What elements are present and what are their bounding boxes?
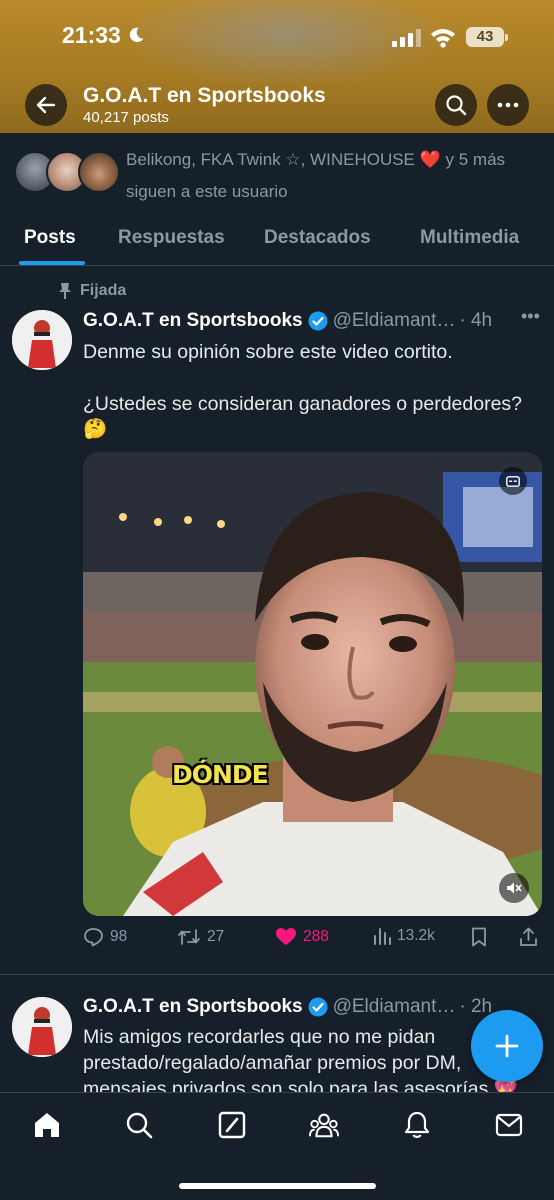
pin-icon [59,283,71,299]
battery-indicator: 43 [466,27,508,47]
search-icon [446,95,467,116]
tweet-emoji: 🤔 [83,418,108,440]
video-caption: DÓNDE [172,760,269,789]
post-count: 40,217 posts [83,109,169,126]
tweet-text-line-1: Denme su opinión sobre este video cortit… [83,341,453,363]
tweet-video[interactable] [83,452,542,916]
search-icon [126,1112,153,1139]
back-button[interactable] [25,84,67,126]
status-time: 21:33 [62,22,121,48]
like-count: 288 [303,927,329,945]
repost-count: 27 [207,928,225,945]
bookmark-icon [472,927,486,947]
tweet-time: · 4h [459,310,493,331]
closed-captions-icon [506,475,520,487]
avatar[interactable] [12,997,72,1057]
verified-badge-icon [308,311,328,331]
followers-you-know[interactable]: Belikong, FKA Twink ☆, WINEHOUSE ❤️ y 5 … [0,133,554,213]
bell-icon [404,1111,430,1138]
tweet-text-line-2: ¿Ustedes se consideran ganadores o perde… [83,393,523,415]
author-handle[interactable]: @Eldiamant… [333,310,456,332]
repost-icon [178,929,200,945]
avatar [78,151,120,193]
repost-button[interactable]: 27 [177,927,224,947]
mail-icon [495,1113,523,1137]
share-button[interactable] [519,927,538,947]
search-button[interactable] [435,84,477,126]
profile-name: G.O.A.T en Sportsbooks [83,84,326,107]
views-chart-icon [374,928,391,945]
home-icon [35,1113,59,1137]
views-button[interactable]: 13.2k [373,927,435,945]
tab-posts[interactable]: Posts [24,227,76,249]
tweet-actions: 98 27 288 13.2k [83,924,543,954]
more-horizontal-icon [497,102,519,108]
pinned-text: Fijada [80,282,127,299]
tab-highlights[interactable]: Destacados [264,227,371,249]
home-indicator [179,1183,376,1189]
nav-messages[interactable] [494,1110,524,1140]
video-frame [83,452,542,916]
arrow-left-icon [36,96,56,114]
compose-button[interactable] [471,1010,543,1082]
wifi-icon [431,29,455,48]
avatar[interactable] [12,310,72,370]
author-name[interactable]: G.O.A.T en Sportsbooks [83,996,303,1018]
avatar-image [12,310,72,370]
speaker-muted-icon [507,882,522,894]
nav-search[interactable] [124,1110,154,1140]
active-tab-indicator [19,261,85,265]
plus-icon [495,1034,519,1058]
tweet-divider [0,974,554,975]
profile-tabs: Posts Respuestas Destacados Multimedia [0,213,554,266]
reply-icon [84,928,103,947]
captions-button[interactable] [499,467,527,495]
nav-notifications[interactable] [402,1110,432,1140]
moon-icon [129,27,144,43]
reply-count: 98 [110,928,128,945]
nav-grok[interactable] [217,1110,247,1140]
mute-button[interactable] [499,873,529,903]
grok-icon [218,1111,246,1139]
tab-media[interactable]: Multimedia [420,227,519,249]
heart-filled-icon [276,928,296,945]
bookmark-button[interactable] [471,927,487,947]
nav-home[interactable] [32,1110,62,1140]
follower-avatars [14,151,120,195]
followers-text: Belikong, FKA Twink ☆, WINEHOUSE ❤️ y 5 … [126,150,506,201]
signal-icon [392,29,421,47]
author-handle[interactable]: @Eldiamant… [333,996,456,1018]
author-name[interactable]: G.O.A.T en Sportsbooks [83,310,303,332]
communities-icon [309,1113,339,1138]
more-options-button[interactable] [487,84,529,126]
profile-header: 21:33 43 G.O.A.T en Sportsbooks 40,217 p… [0,0,554,133]
view-count: 13.2k [397,927,435,944]
pinned-label: Fijada [58,282,126,300]
tweet-more-button[interactable]: ••• [521,306,540,327]
nav-communities[interactable] [309,1110,339,1140]
like-button[interactable]: 288 [275,927,329,946]
verified-badge-icon [308,997,328,1017]
reply-button[interactable]: 98 [83,927,127,947]
tab-replies[interactable]: Respuestas [118,227,225,249]
tweet-header: G.O.A.T en Sportsbooks @Eldiamant… · 2h [83,996,492,1018]
share-icon [520,927,537,946]
avatar-image [12,997,72,1057]
tweet-header: G.O.A.T en Sportsbooks @Eldiamant… · 4h [83,310,492,332]
